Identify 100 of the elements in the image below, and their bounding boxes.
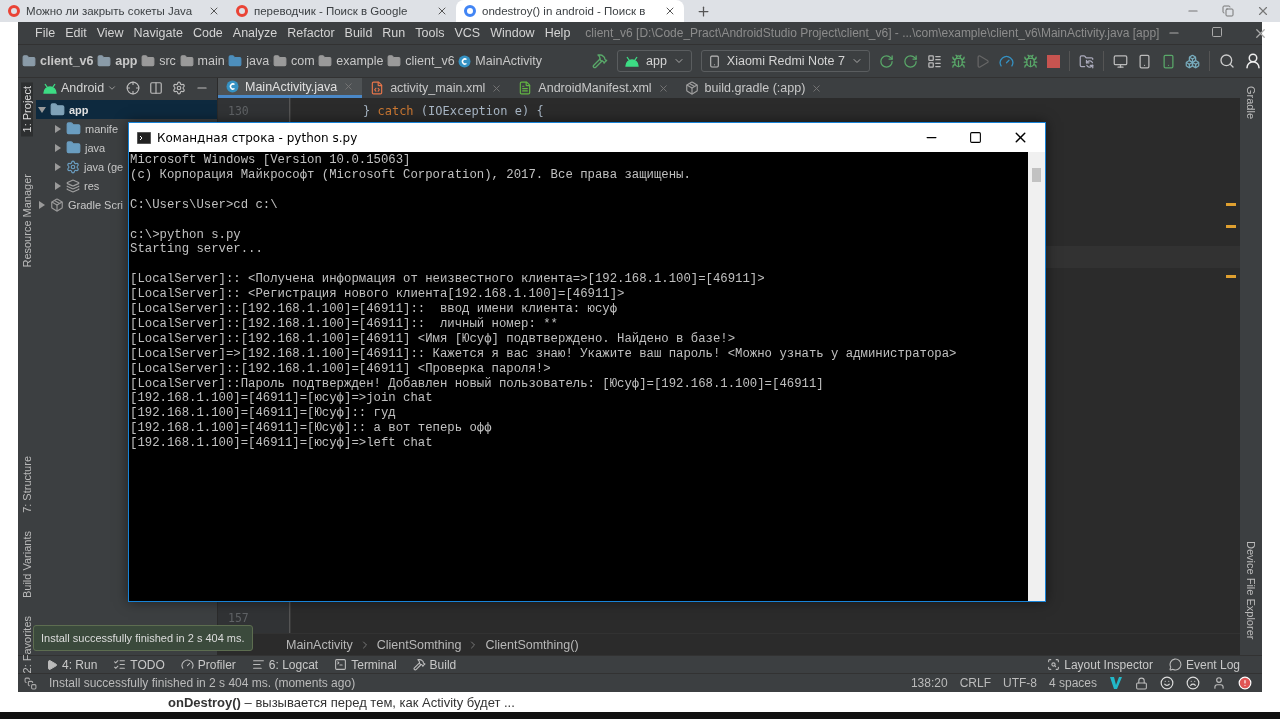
warning-marker[interactable] <box>1226 275 1236 278</box>
tree-item[interactable]: res <box>36 176 102 195</box>
status-item[interactable]: 4 spaces <box>1048 676 1097 690</box>
sad-face-icon[interactable] <box>1186 676 1200 690</box>
new-tab-icon[interactable] <box>696 3 711 19</box>
collapse-icon[interactable] <box>149 81 164 95</box>
tool-window-tab[interactable]: 1: Project <box>21 82 33 137</box>
breadcrumb-item[interactable]: app <box>97 54 138 68</box>
tool-window-button[interactable]: Build <box>412 657 457 672</box>
menu-item[interactable]: Refactor <box>286 26 336 40</box>
menu-item[interactable]: View <box>95 26 125 40</box>
tool-window-tab[interactable]: 2: Favorites <box>21 611 33 678</box>
browser-tab[interactable]: Можно ли закрыть сокеты Java <box>0 0 228 22</box>
tool-window-button[interactable]: Terminal <box>334 657 397 672</box>
sdk-icon[interactable] <box>1184 53 1200 69</box>
apply-code-icon[interactable] <box>902 53 918 69</box>
tool-window-tab[interactable]: Gradle <box>1245 82 1257 124</box>
nav-path-item[interactable]: MainActivity <box>286 637 353 652</box>
unlock-icon[interactable] <box>1135 676 1148 690</box>
breadcrumb-item[interactable]: main <box>179 54 225 68</box>
maximize-icon[interactable] <box>969 131 982 144</box>
project-view-dropdown[interactable]: Android <box>42 81 118 95</box>
expand-arrow-icon[interactable] <box>54 181 62 190</box>
breadcrumb-item[interactable]: com <box>272 54 315 68</box>
error-icon[interactable] <box>1238 676 1252 690</box>
menu-item[interactable]: VCS <box>453 26 482 40</box>
menu-item[interactable]: Window <box>489 26 536 40</box>
tool-window-button[interactable]: 6: Logcat <box>251 657 319 672</box>
search-icon[interactable] <box>1218 53 1235 69</box>
panel-toggle-icon[interactable] <box>24 676 37 690</box>
avd-icon[interactable] <box>1136 53 1152 69</box>
nav-path-item[interactable]: ClientSomthing <box>376 637 462 652</box>
browser-tab[interactable]: ondestroy() in android - Поиск в <box>456 0 684 22</box>
warning-marker[interactable] <box>1226 225 1236 228</box>
device-icon[interactable] <box>1160 53 1176 69</box>
menu-item[interactable]: File <box>34 26 57 40</box>
debug-attach-icon[interactable] <box>1022 53 1038 69</box>
breadcrumb-item[interactable]: MainActivity <box>458 54 542 68</box>
expand-arrow-icon[interactable] <box>38 200 46 209</box>
menu-item[interactable]: Tools <box>414 26 446 40</box>
restore-icon[interactable] <box>1222 5 1234 17</box>
tree-item[interactable]: manife <box>36 119 121 138</box>
menu-item[interactable]: Run <box>381 26 407 40</box>
stop-icon[interactable] <box>1046 54 1060 68</box>
tree-item[interactable]: app <box>36 100 217 119</box>
tool-window-tab[interactable]: 7: Structure <box>21 452 33 517</box>
menu-item[interactable]: Navigate <box>132 26 184 40</box>
nav-path-item[interactable]: ClientSomthing() <box>485 637 579 652</box>
editor-tab[interactable]: build.gradle (:app) <box>676 78 831 98</box>
settings-icon[interactable] <box>172 81 187 95</box>
expand-arrow-icon[interactable] <box>54 143 62 152</box>
tool-window-button[interactable]: Layout Inspector <box>1047 657 1153 672</box>
browser-tab[interactable]: переводчик - Поиск в Google <box>228 0 456 22</box>
tool-window-button[interactable]: Event Log <box>1168 657 1240 672</box>
tool-window-tab[interactable]: Build Variants <box>21 526 33 602</box>
apply-changes-icon[interactable] <box>878 53 894 69</box>
menu-item[interactable]: Build <box>343 26 374 40</box>
monitor-icon[interactable] <box>1112 53 1128 69</box>
smiley-icon[interactable] <box>1160 676 1174 690</box>
menu-item[interactable]: Help <box>543 26 572 40</box>
scrollbar[interactable] <box>1028 152 1045 601</box>
expand-arrow-icon[interactable] <box>54 162 62 171</box>
breadcrumb-item[interactable]: java <box>228 54 270 68</box>
tool-window-tab[interactable]: Resource Manager <box>21 170 33 273</box>
console-line: [LocalServer]::[192.168.1.100]=[46911] <Проверка пароля!> <box>130 361 552 377</box>
menu-item[interactable]: Edit <box>64 26 88 40</box>
tool-window-tab[interactable]: Device File Explorer <box>1245 536 1257 643</box>
breadcrumb-item[interactable]: client_v6 <box>387 54 455 68</box>
warning-marker[interactable] <box>1226 203 1236 206</box>
breadcrumb-item[interactable]: example <box>318 54 384 68</box>
breadcrumb-item[interactable]: src <box>141 54 176 68</box>
avatar-icon[interactable] <box>1243 52 1262 70</box>
hammer-icon[interactable] <box>592 53 608 69</box>
v-logo-icon[interactable] <box>1109 676 1123 690</box>
close-icon[interactable] <box>664 5 676 17</box>
menu-item[interactable]: Code <box>191 26 224 40</box>
tool-window-button[interactable]: TODO <box>113 657 165 672</box>
editor-tab[interactable]: activity_main.xml <box>362 78 511 98</box>
tree-item[interactable]: java (ge <box>36 157 126 176</box>
status-item[interactable]: UTF-8 <box>1002 676 1037 690</box>
status-item[interactable]: 138:20 <box>910 676 948 690</box>
breadcrumb-item[interactable]: client_v6 <box>22 54 94 68</box>
bug-icon[interactable] <box>950 53 966 69</box>
editor-tab[interactable]: MainActivity.java <box>218 78 363 98</box>
status-item[interactable]: CRLF <box>959 676 991 690</box>
inspector-person-icon[interactable] <box>1212 676 1226 690</box>
editor-tab[interactable]: AndroidManifest.xml <box>510 78 677 98</box>
tree-item[interactable]: Gradle Scri <box>36 195 126 214</box>
list-icon[interactable] <box>926 53 942 69</box>
device-dropdown[interactable]: Xiaomi Redmi Note 7 <box>700 50 870 72</box>
collapse-arrow-icon[interactable] <box>38 105 46 114</box>
tool-window-button[interactable]: Profiler <box>180 657 236 672</box>
tree-item[interactable]: java <box>36 138 108 157</box>
sync-folder-icon[interactable] <box>1078 53 1094 69</box>
tool-window-button[interactable]: 4: Run <box>46 657 98 672</box>
crosshair-icon[interactable] <box>126 81 141 95</box>
menu-item[interactable]: Analyze <box>231 26 279 40</box>
gauge-icon[interactable] <box>998 53 1014 69</box>
expand-arrow-icon[interactable] <box>54 124 62 133</box>
run-config-dropdown[interactable]: app <box>617 50 692 72</box>
